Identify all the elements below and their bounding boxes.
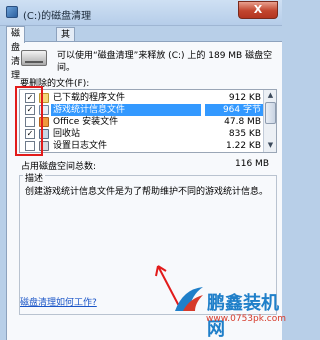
- list-item[interactable]: ✓ 游戏统计信息文件 964 字节: [20, 104, 264, 116]
- file-size: 964 字节: [205, 104, 263, 116]
- annotation-highlight-box: [15, 86, 43, 156]
- close-button[interactable]: X: [238, 1, 278, 19]
- file-name: 游戏统计信息文件: [51, 104, 201, 116]
- scroll-down-icon[interactable]: ▼: [265, 140, 276, 151]
- total-space-value: 116 MB: [235, 159, 269, 169]
- file-size: 835 KB: [228, 129, 261, 139]
- files-list[interactable]: ✓ 已下载的程序文件 912 KB ✓ 游戏统计信息文件 964 字节 Offi…: [19, 89, 277, 153]
- file-name: 回收站: [53, 129, 81, 139]
- info-text: 可以使用“磁盘清理”来释放 (C:) 上的 189 MB 磁盘空间。: [57, 51, 273, 73]
- list-item[interactable]: ✓ 已下载的程序文件 912 KB: [20, 92, 264, 104]
- disk-cleanup-icon: [6, 6, 18, 18]
- title-bar: (C:)的磁盘清理 X: [0, 0, 282, 26]
- file-size: 47.8 MB: [224, 117, 261, 127]
- list-item[interactable]: Office 安装文件 47.8 MB: [20, 116, 264, 128]
- how-it-works-link[interactable]: 磁盘清理如何工作?: [20, 295, 97, 308]
- file-name: 设置日志文件: [53, 141, 108, 151]
- file-size: 1.22 KB: [226, 141, 261, 151]
- file-name: 已下载的程序文件: [53, 93, 126, 103]
- file-size: 912 KB: [228, 93, 261, 103]
- list-item[interactable]: 设置日志文件 1.22 KB: [20, 140, 264, 152]
- list-item[interactable]: ✓ 回收站 835 KB: [20, 128, 264, 140]
- watermark-logo-icon: [175, 287, 203, 311]
- hard-disk-icon: [21, 50, 47, 66]
- list-scrollbar[interactable]: ▲ ▼: [263, 90, 276, 152]
- description-title: 描述: [23, 171, 46, 184]
- watermark-url: www.0753pk.com: [206, 314, 287, 324]
- tab-disk-cleanup[interactable]: 磁盘清理: [6, 26, 26, 81]
- scroll-up-icon[interactable]: ▲: [265, 90, 276, 101]
- description-text: 创建游戏统计信息文件是为了帮助维护不同的游戏统计信息。: [25, 187, 269, 197]
- window-title: (C:)的磁盘清理: [23, 11, 92, 22]
- scroll-thumb[interactable]: [265, 102, 276, 124]
- file-name: Office 安装文件: [53, 117, 119, 127]
- tab-other-options[interactable]: 其他选项: [56, 27, 76, 82]
